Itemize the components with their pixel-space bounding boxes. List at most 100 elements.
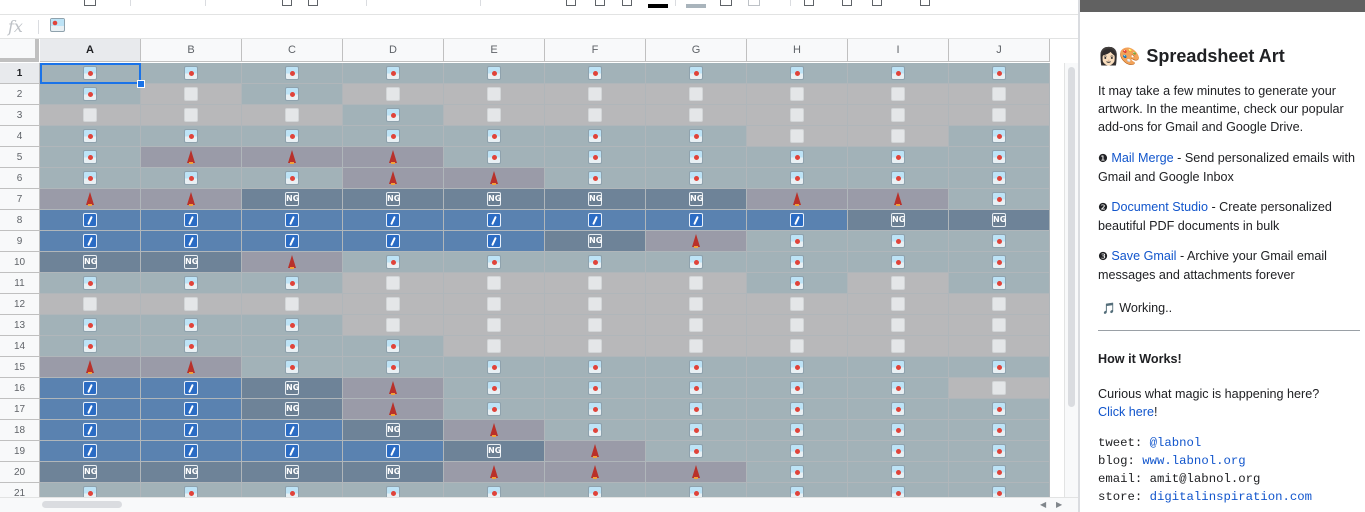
- cell-d2[interactable]: [343, 84, 444, 105]
- cell-b5[interactable]: [141, 147, 242, 168]
- cell-e17[interactable]: [444, 399, 545, 420]
- cell-d9[interactable]: [343, 231, 444, 252]
- cell-a1[interactable]: [40, 63, 141, 84]
- cell-h6[interactable]: [747, 168, 848, 189]
- cell-g11[interactable]: [646, 273, 747, 294]
- cell-d18[interactable]: [343, 420, 444, 441]
- cell-g5[interactable]: [646, 147, 747, 168]
- cell-a5[interactable]: [40, 147, 141, 168]
- row-header-17[interactable]: 17: [0, 399, 40, 420]
- text-color-icon[interactable]: [648, 4, 668, 8]
- cell-i20[interactable]: [848, 462, 949, 483]
- row-header-14[interactable]: 14: [0, 336, 40, 357]
- cell-g16[interactable]: [646, 378, 747, 399]
- cell-j11[interactable]: [949, 273, 1050, 294]
- cell-g1[interactable]: [646, 63, 747, 84]
- row-header-13[interactable]: 13: [0, 315, 40, 336]
- cell-h11[interactable]: [747, 273, 848, 294]
- cell-j3[interactable]: [949, 105, 1050, 126]
- cell-a20[interactable]: [40, 462, 141, 483]
- cell-e12[interactable]: [444, 294, 545, 315]
- cell-f11[interactable]: [545, 273, 646, 294]
- cell-j2[interactable]: [949, 84, 1050, 105]
- cell-a6[interactable]: [40, 168, 141, 189]
- cell-h8[interactable]: [747, 210, 848, 231]
- cell-j20[interactable]: [949, 462, 1050, 483]
- cell-h5[interactable]: [747, 147, 848, 168]
- row-header-11[interactable]: 11: [0, 273, 40, 294]
- cell-h20[interactable]: [747, 462, 848, 483]
- cell-j16[interactable]: [949, 378, 1050, 399]
- row-header-21[interactable]: 21: [0, 483, 40, 497]
- cell-a12[interactable]: [40, 294, 141, 315]
- cell-i2[interactable]: [848, 84, 949, 105]
- cell-c20[interactable]: [242, 462, 343, 483]
- cell-f17[interactable]: [545, 399, 646, 420]
- cell-j17[interactable]: [949, 399, 1050, 420]
- cell-d13[interactable]: [343, 315, 444, 336]
- column-header-b[interactable]: B: [141, 39, 242, 62]
- cell-b4[interactable]: [141, 126, 242, 147]
- cell-j1[interactable]: [949, 63, 1050, 84]
- column-header-g[interactable]: G: [646, 39, 747, 62]
- row-header-8[interactable]: 8: [0, 210, 40, 231]
- cell-b1[interactable]: [141, 63, 242, 84]
- mail-merge-link[interactable]: Mail Merge: [1111, 151, 1173, 165]
- cell-f5[interactable]: [545, 147, 646, 168]
- cell-a14[interactable]: [40, 336, 141, 357]
- cell-h17[interactable]: [747, 399, 848, 420]
- row-header-5[interactable]: 5: [0, 147, 40, 168]
- row-header-3[interactable]: 3: [0, 105, 40, 126]
- cell-j21[interactable]: [949, 483, 1050, 497]
- cell-h13[interactable]: [747, 315, 848, 336]
- cell-c6[interactable]: [242, 168, 343, 189]
- row-header-18[interactable]: 18: [0, 420, 40, 441]
- row-header-1[interactable]: 1: [0, 63, 40, 84]
- column-header-c[interactable]: C: [242, 39, 343, 62]
- row-header-7[interactable]: 7: [0, 189, 40, 210]
- row-header-10[interactable]: 10: [0, 252, 40, 273]
- cell-j19[interactable]: [949, 441, 1050, 462]
- cell-c3[interactable]: [242, 105, 343, 126]
- cell-h15[interactable]: [747, 357, 848, 378]
- cell-e4[interactable]: [444, 126, 545, 147]
- cell-d12[interactable]: [343, 294, 444, 315]
- cell-e6[interactable]: [444, 168, 545, 189]
- cell-j6[interactable]: [949, 168, 1050, 189]
- cell-j15[interactable]: [949, 357, 1050, 378]
- fill-color-icon[interactable]: [686, 4, 706, 8]
- cell-e8[interactable]: [444, 210, 545, 231]
- cell-j8[interactable]: [949, 210, 1050, 231]
- store-link[interactable]: digitalinspiration.com: [1150, 490, 1312, 504]
- cell-c10[interactable]: [242, 252, 343, 273]
- cell-b18[interactable]: [141, 420, 242, 441]
- cell-f9[interactable]: [545, 231, 646, 252]
- cell-e20[interactable]: [444, 462, 545, 483]
- cell-d20[interactable]: [343, 462, 444, 483]
- cell-f12[interactable]: [545, 294, 646, 315]
- cell-i14[interactable]: [848, 336, 949, 357]
- cell-c1[interactable]: [242, 63, 343, 84]
- cell-g10[interactable]: [646, 252, 747, 273]
- cell-i19[interactable]: [848, 441, 949, 462]
- blog-link[interactable]: www.labnol.org: [1142, 454, 1245, 468]
- cell-f19[interactable]: [545, 441, 646, 462]
- row-header-20[interactable]: 20: [0, 462, 40, 483]
- cell-c18[interactable]: [242, 420, 343, 441]
- cell-j7[interactable]: [949, 189, 1050, 210]
- cell-g8[interactable]: [646, 210, 747, 231]
- cell-h2[interactable]: [747, 84, 848, 105]
- cell-b7[interactable]: [141, 189, 242, 210]
- cell-g9[interactable]: [646, 231, 747, 252]
- cell-i16[interactable]: [848, 378, 949, 399]
- cell-i8[interactable]: [848, 210, 949, 231]
- column-header-a[interactable]: A: [40, 39, 141, 62]
- cell-f3[interactable]: [545, 105, 646, 126]
- cell-b10[interactable]: [141, 252, 242, 273]
- cell-j5[interactable]: [949, 147, 1050, 168]
- cell-h18[interactable]: [747, 420, 848, 441]
- cell-e1[interactable]: [444, 63, 545, 84]
- column-header-j[interactable]: J: [949, 39, 1050, 62]
- cell-e21[interactable]: [444, 483, 545, 497]
- cell-h10[interactable]: [747, 252, 848, 273]
